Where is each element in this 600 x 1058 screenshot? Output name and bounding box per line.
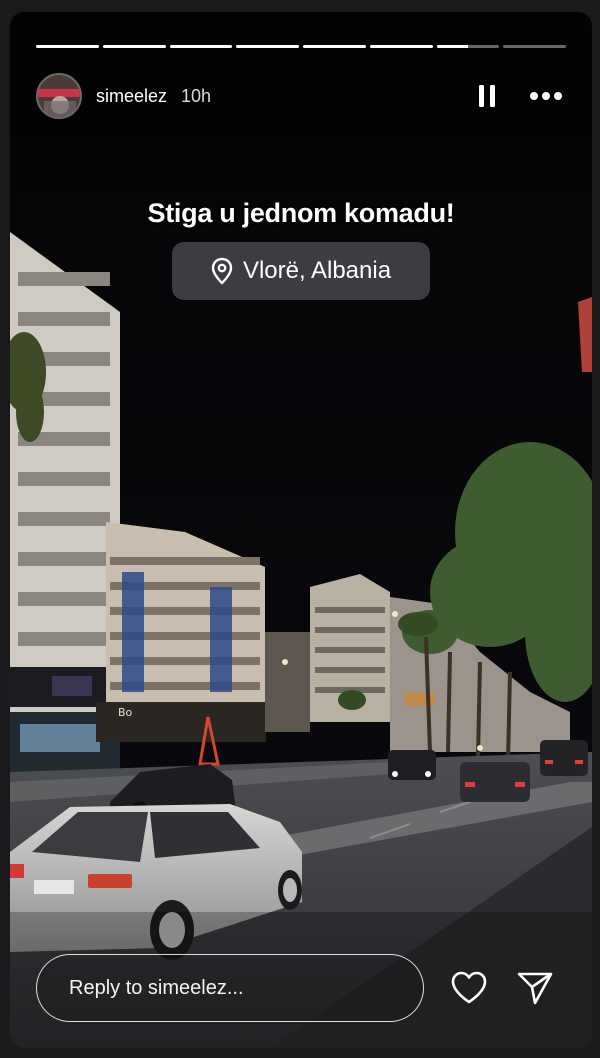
progress-segment-fill <box>169 45 233 48</box>
pause-button[interactable] <box>472 81 502 111</box>
more-icon <box>530 92 562 100</box>
progress-segment <box>236 45 299 48</box>
story-photo: Bo <box>10 12 592 1048</box>
progress-segment <box>303 45 366 48</box>
reply-placeholder: Reply to simeelez... <box>69 976 244 999</box>
more-options-button[interactable] <box>526 81 566 111</box>
progress-segment <box>169 45 233 48</box>
like-button[interactable] <box>449 968 489 1008</box>
timestamp: 10h <box>181 85 212 106</box>
reply-input[interactable]: Reply to simeelez... <box>36 954 424 1022</box>
progress-segment <box>503 45 566 48</box>
progress-segment-fill <box>36 45 99 48</box>
avatar[interactable] <box>36 73 82 119</box>
progress-segment-fill <box>102 45 166 48</box>
story-viewer[interactable]: Bo simeelez 10h Stiga u jednom komadu! V… <box>10 12 592 1048</box>
story-caption: Stiga u jednom komadu! <box>147 198 455 228</box>
progress-segment-fill <box>369 45 433 48</box>
send-button[interactable] <box>515 968 555 1008</box>
location-label: Vlorë, Albania <box>242 257 392 284</box>
shop-sign: Bo <box>118 706 133 719</box>
progress-segment-fill <box>236 45 299 48</box>
heart-icon <box>451 971 487 1004</box>
location-pin-icon <box>211 257 233 285</box>
story-header: simeelez 10h <box>36 72 566 120</box>
progress-segment <box>36 45 99 48</box>
progress-segment-fill <box>303 45 366 48</box>
progress-segment <box>102 45 166 48</box>
avatar-image <box>38 75 80 117</box>
progress-segment <box>436 45 500 48</box>
send-icon <box>517 972 553 1005</box>
pause-icon <box>479 85 495 107</box>
progress-segment <box>369 45 433 48</box>
story-progress-bar <box>36 45 566 49</box>
username[interactable]: simeelez <box>96 86 167 107</box>
location-sticker[interactable]: Vlorë, Albania <box>172 242 430 300</box>
progress-segment-fill <box>436 45 468 48</box>
